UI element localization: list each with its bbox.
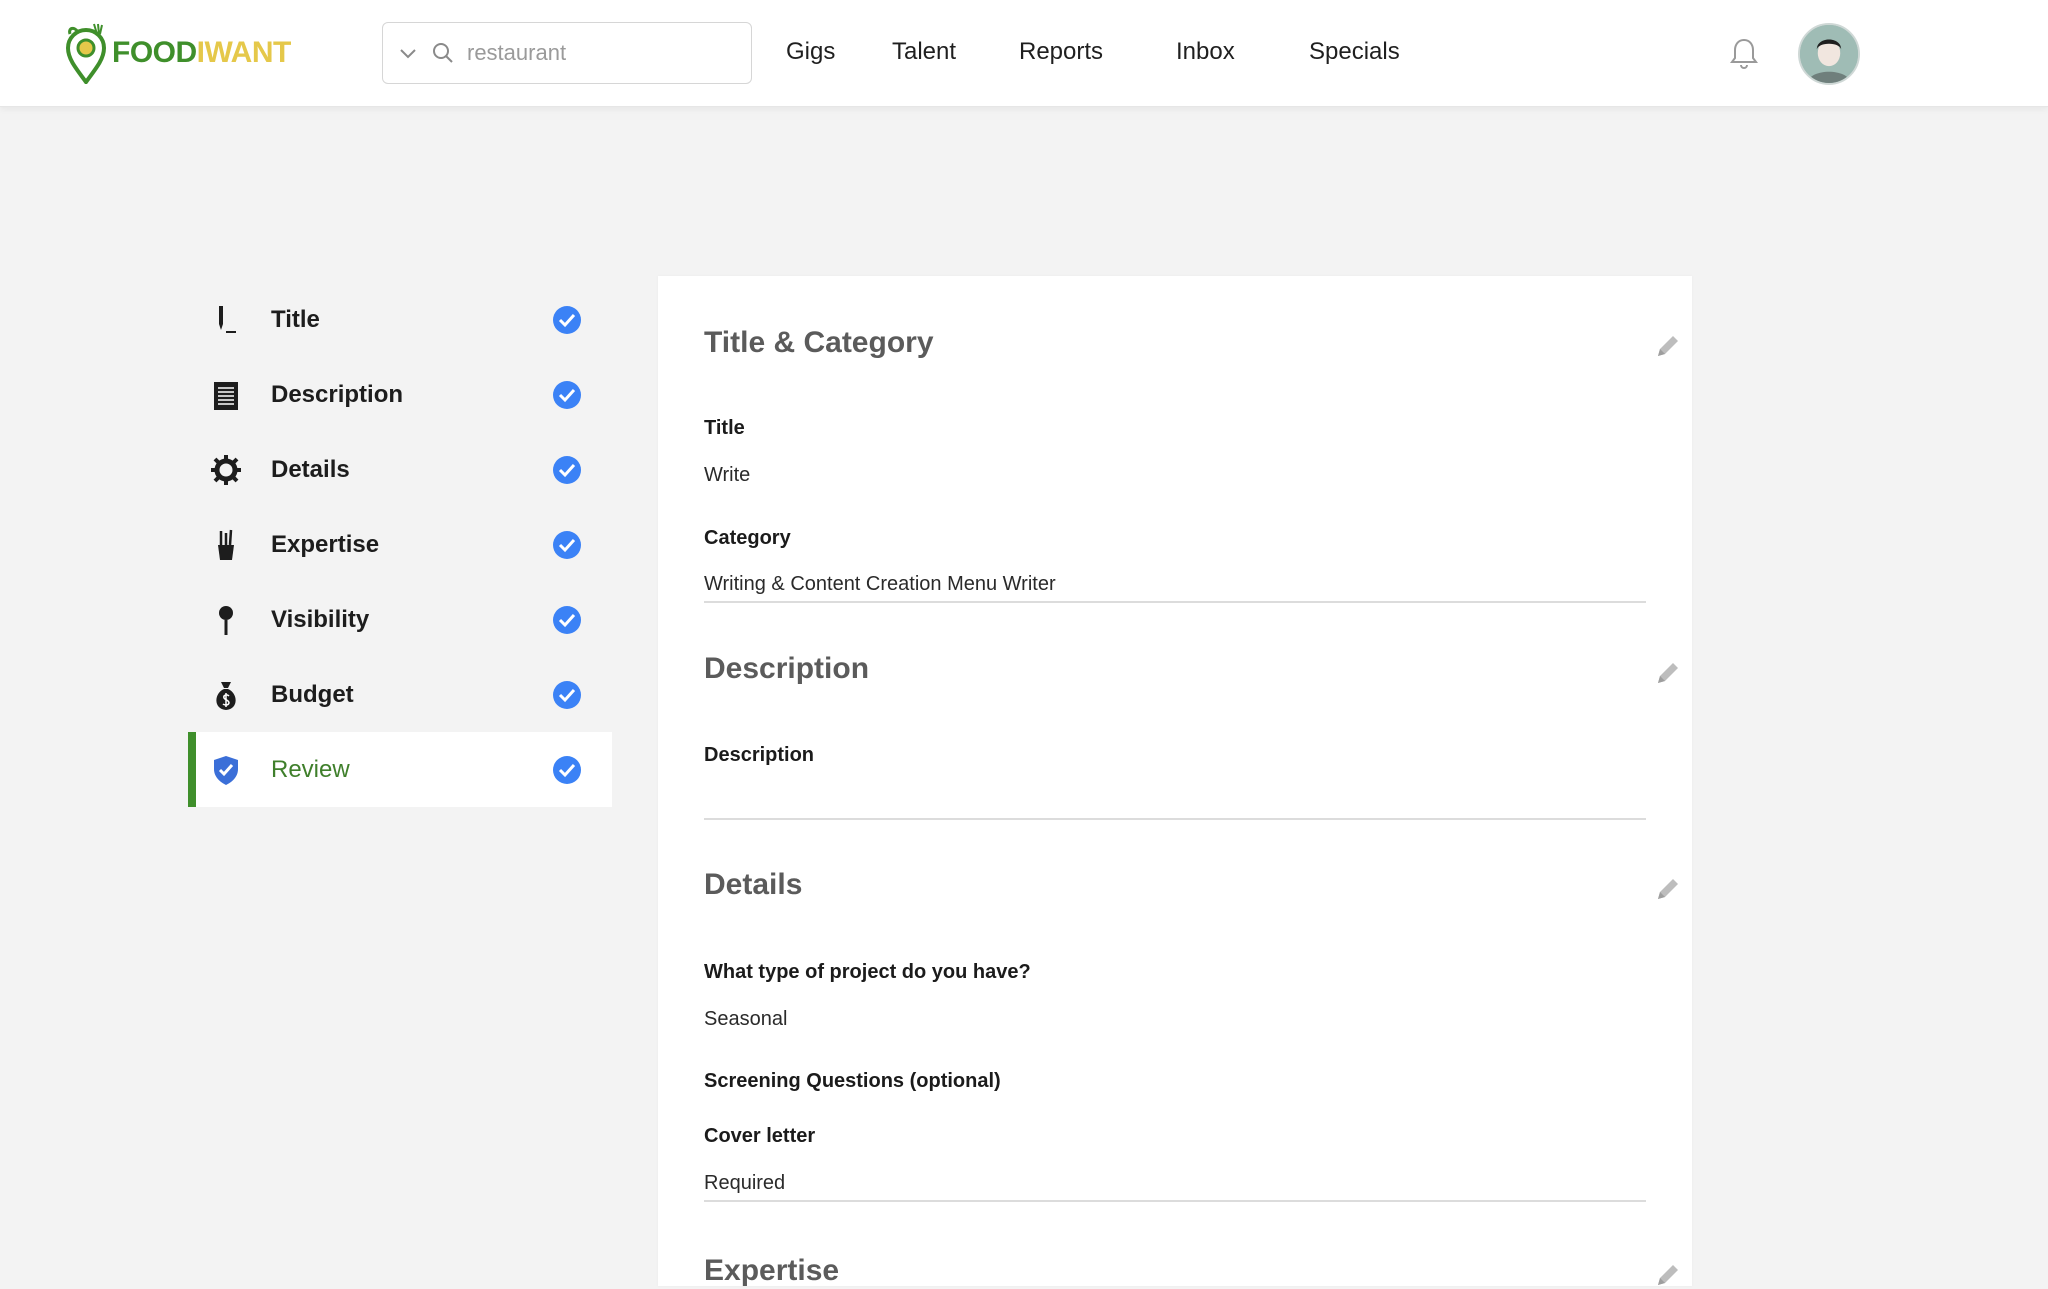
search-icon — [433, 43, 453, 63]
section-divider — [704, 818, 1646, 820]
check-badge-icon — [553, 531, 581, 559]
nav-specials[interactable]: Specials — [1309, 38, 1400, 66]
search-input[interactable] — [467, 40, 727, 66]
check-badge-icon — [553, 756, 581, 784]
cover-letter-value: Required — [704, 1172, 786, 1194]
category-value: Writing & Content Creation Menu Writer — [704, 573, 1056, 595]
section-title-category: Title & Category — [704, 326, 1646, 360]
brand-name: FOODIWANT — [112, 36, 291, 70]
sidebar-item-budget[interactable]: Budget — [188, 657, 612, 732]
location-pin-logo-icon — [65, 23, 107, 84]
section-heading: Title & Category — [704, 326, 934, 359]
review-card: Title & Category Title Write Category Wr… — [658, 276, 1692, 1289]
nav-gigs[interactable]: Gigs — [786, 38, 835, 66]
project-type-label: What type of project do you have? — [704, 961, 1031, 983]
sidebar-item-label: Budget — [271, 680, 354, 708]
user-avatar[interactable] — [1798, 23, 1860, 85]
edit-pencil-icon[interactable] — [1654, 659, 1682, 687]
sidebar-item-label: Title — [271, 305, 320, 333]
title-value: Write — [704, 464, 751, 486]
section-details: Details — [704, 868, 1646, 902]
edit-pencil-icon[interactable] — [1654, 1261, 1682, 1289]
nav-reports[interactable]: Reports — [1019, 38, 1103, 66]
nav-inbox[interactable]: Inbox — [1176, 38, 1235, 66]
section-expertise: Expertise — [704, 1254, 1646, 1288]
sidebar-item-label: Review — [271, 755, 350, 783]
sidebar-item-visibility[interactable]: Visibility — [188, 582, 612, 657]
top-header: FOODIWANT Gigs Talent Reports Inbox Spec… — [0, 0, 2048, 107]
screening-questions-label: Screening Questions (optional) — [704, 1070, 1001, 1092]
avatar-person-icon — [1800, 25, 1858, 83]
cover-letter-label: Cover letter — [704, 1125, 816, 1147]
section-heading: Expertise — [704, 1254, 840, 1287]
notification-bell-icon[interactable] — [1728, 36, 1760, 70]
chevron-down-icon[interactable] — [397, 42, 419, 64]
sidebar-item-label: Details — [271, 455, 350, 483]
check-badge-icon — [553, 606, 581, 634]
title-label: Title — [704, 417, 745, 439]
check-badge-icon — [553, 681, 581, 709]
section-description: Description — [704, 652, 1646, 686]
category-label: Category — [704, 527, 791, 549]
nav-talent[interactable]: Talent — [892, 38, 956, 66]
section-divider — [704, 1200, 1646, 1202]
check-badge-icon — [553, 456, 581, 484]
check-badge-icon — [553, 381, 581, 409]
brand-name-part2: IWANT — [196, 36, 292, 69]
shield-check-icon — [214, 756, 238, 785]
brand-name-part1: FOOD — [112, 36, 197, 69]
sidebar-item-description[interactable]: Description — [188, 357, 612, 432]
brand-logo[interactable]: FOODIWANT — [64, 22, 291, 84]
sidebar-item-details[interactable]: Details — [188, 432, 612, 507]
project-type-value: Seasonal — [704, 1008, 788, 1030]
money-bag-icon — [216, 682, 236, 710]
sidebar-item-expertise[interactable]: Expertise — [188, 507, 612, 582]
section-heading: Details — [704, 868, 803, 901]
notepad-icon — [214, 382, 238, 410]
sidebar-item-review[interactable]: Review — [188, 732, 612, 807]
sidebar-item-label: Expertise — [271, 530, 380, 558]
search-bar — [382, 22, 752, 84]
check-badge-icon — [553, 306, 581, 334]
sidebar-item-label: Visibility — [271, 605, 370, 633]
pin-icon — [219, 606, 233, 635]
section-heading: Description — [704, 652, 870, 685]
edit-pencil-icon[interactable] — [1654, 875, 1682, 903]
sidebar-item-title[interactable]: Title — [188, 282, 612, 357]
pen-icon — [219, 306, 236, 333]
section-divider — [704, 601, 1646, 603]
step-sidebar: Title Description Details Expertise Visi… — [188, 282, 612, 807]
sidebar-item-label: Description — [271, 380, 404, 408]
edit-pencil-icon[interactable] — [1654, 332, 1682, 360]
pencil-cup-icon — [218, 529, 234, 560]
gear-icon — [211, 455, 241, 485]
description-label: Description — [704, 744, 815, 766]
